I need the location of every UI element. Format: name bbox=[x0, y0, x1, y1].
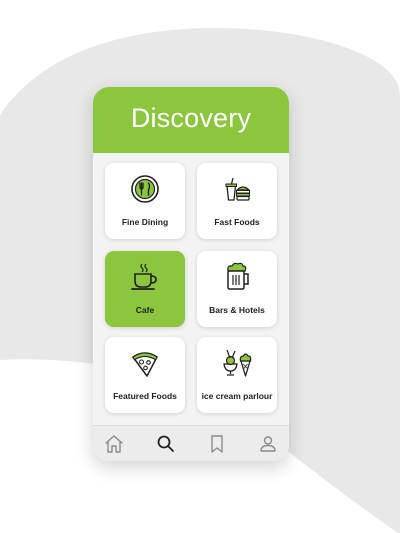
beer-mug-icon bbox=[227, 262, 249, 290]
category-tile-ice-cream-parlour[interactable]: ice cream parlour bbox=[197, 337, 277, 413]
category-tile-fine-dining[interactable]: Fine Dining bbox=[105, 163, 185, 239]
bottom-nav bbox=[93, 425, 289, 461]
category-label: Featured Foods bbox=[113, 391, 177, 401]
category-label: Bars & Hotels bbox=[209, 305, 265, 315]
ice-cream-icon bbox=[223, 349, 252, 377]
category-tile-featured-foods[interactable]: Featured Foods bbox=[105, 337, 185, 413]
search-icon[interactable] bbox=[155, 433, 177, 455]
category-label: Fast Foods bbox=[214, 217, 260, 227]
bookmark-icon[interactable] bbox=[206, 433, 228, 455]
header-bar: Discovery bbox=[93, 87, 289, 153]
category-label: ice cream parlour bbox=[201, 391, 273, 401]
coffee-cup-icon bbox=[131, 263, 157, 290]
category-tile-bars-hotels[interactable]: Bars & Hotels bbox=[197, 251, 277, 327]
category-tile-cafe[interactable]: Cafe bbox=[105, 251, 185, 327]
category-label: Fine Dining bbox=[121, 217, 169, 227]
fast-food-icon bbox=[225, 177, 251, 201]
category-label: Cafe bbox=[135, 305, 155, 315]
home-icon[interactable] bbox=[103, 433, 125, 455]
category-grid: Fine Dining Fast Foods Cafe Bars & Hotel… bbox=[93, 153, 289, 425]
category-tile-fast-foods[interactable]: Fast Foods bbox=[197, 163, 277, 239]
fine-dining-icon bbox=[131, 175, 159, 203]
phone-screen: Discovery Fine Dining Fast Foods Cafe Ba… bbox=[93, 87, 289, 461]
pizza-slice-icon bbox=[132, 352, 158, 377]
profile-icon[interactable] bbox=[257, 433, 279, 455]
page-title: Discovery bbox=[130, 103, 252, 133]
